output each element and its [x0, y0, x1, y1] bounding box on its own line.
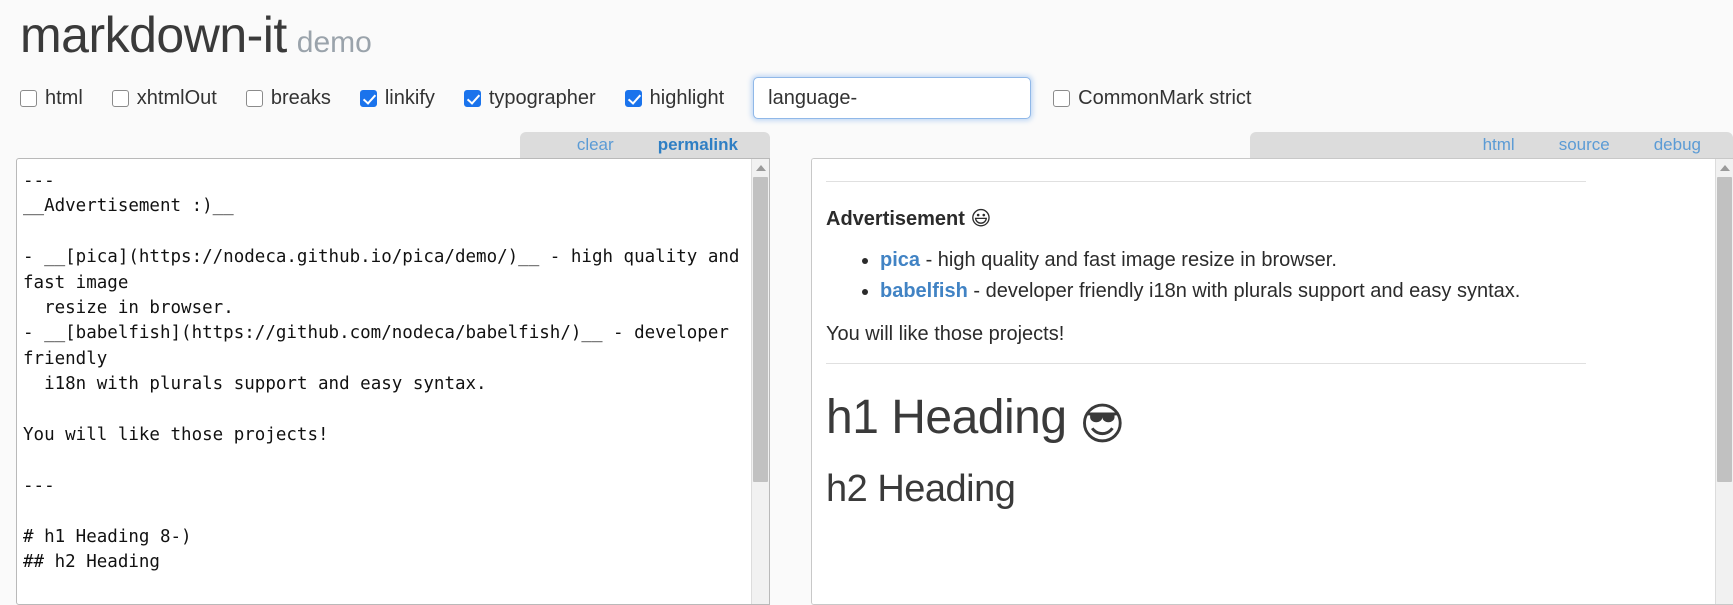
option-typographer-label: typographer	[488, 86, 596, 109]
checkbox-breaks[interactable]	[245, 89, 263, 107]
markdown-it-demo-page: markdown-it demo html xhtmlOut breaks lin…	[0, 0, 1733, 605]
option-commonmark-strict[interactable]: CommonMark strict	[1053, 86, 1252, 110]
markdown-source-textarea[interactable]: --- __Advertisement :)__ - __[pica](http…	[17, 159, 751, 604]
checkbox-typographer[interactable]	[463, 89, 481, 107]
result-tabbar: html source debug	[1250, 132, 1733, 158]
page-title-main: markdown-it	[20, 7, 287, 63]
source-panel: --- __Advertisement :)__ - __[pica](http…	[16, 158, 770, 605]
preview-advertisement-text: Advertisement	[826, 208, 965, 230]
option-breaks-label: breaks	[270, 86, 331, 109]
preview-project-list: pica - high quality and fast image resiz…	[826, 246, 1586, 306]
result-panel: Advertisement 😃 pica - high quality and …	[811, 158, 1733, 605]
option-typographer[interactable]: typographer	[463, 86, 596, 110]
option-highlight-label: highlight	[649, 86, 725, 109]
preview-h1-heading: h1 Heading 😎	[826, 390, 1586, 451]
option-linkify[interactable]: linkify	[359, 86, 435, 110]
result-tabbar-inner: html source debug	[1250, 132, 1733, 158]
source-tabbar-inner: clear permalink	[520, 132, 770, 158]
babelfish-description: - developer friendly i18n with plurals s…	[967, 280, 1521, 303]
checkbox-html[interactable]	[20, 89, 37, 107]
tab-source[interactable]: source	[1537, 132, 1632, 158]
babelfish-link[interactable]: babelfish	[880, 280, 968, 302]
page-title: markdown-it demo	[20, 8, 1713, 63]
option-xhtmlout[interactable]: xhtmlOut	[111, 86, 217, 110]
tab-debug[interactable]: debug	[1632, 132, 1723, 158]
preview-divider-top	[826, 181, 1586, 182]
preview-divider-bottom	[826, 362, 1586, 364]
option-linkify-label: linkify	[384, 86, 435, 109]
source-tabbar: clear permalink	[520, 132, 770, 158]
page-header: markdown-it demo	[0, 0, 1733, 63]
sunglasses-face-emoji-icon: 😎	[1079, 398, 1125, 450]
tab-html[interactable]: html	[1461, 132, 1537, 158]
checkbox-linkify[interactable]	[359, 89, 377, 107]
checkbox-highlight[interactable]	[624, 89, 642, 107]
result-scrollbar[interactable]	[1715, 159, 1733, 604]
list-item: babelfish - developer friendly i18n with…	[880, 277, 1586, 305]
options-toolbar: html xhtmlOut breaks linkify typographer…	[0, 63, 1733, 119]
pica-link[interactable]: pica	[880, 249, 920, 271]
tab-clear[interactable]: clear	[555, 132, 636, 158]
preview-h2-heading: h2 Heading	[826, 468, 1016, 511]
language-prefix-input[interactable]	[753, 77, 1032, 119]
scroll-up-arrow-icon[interactable]	[1716, 159, 1733, 176]
option-html[interactable]: html	[20, 87, 83, 110]
list-item: pica - high quality and fast image resiz…	[880, 246, 1586, 274]
scroll-up-arrow-icon[interactable]	[752, 159, 769, 176]
result-scrollbar-thumb[interactable]	[1717, 177, 1732, 482]
grinning-face-emoji-icon: 😃	[970, 206, 992, 230]
checkbox-xhtmlout[interactable]	[111, 89, 129, 107]
option-breaks[interactable]: breaks	[245, 86, 331, 110]
preview-advertisement-heading: Advertisement 😃	[826, 204, 1586, 234]
source-scrollbar-thumb[interactable]	[753, 177, 768, 482]
tab-permalink[interactable]: permalink	[636, 132, 760, 158]
source-scrollbar[interactable]	[751, 159, 769, 604]
rendered-html-preview: Advertisement 😃 pica - high quality and …	[812, 159, 1715, 604]
option-commonmark-strict-label: CommonMark strict	[1078, 86, 1252, 109]
option-html-label: html	[45, 86, 83, 109]
checkbox-commonmark-strict[interactable]	[1053, 89, 1071, 107]
preview-outro-text: You will like those projects!	[826, 322, 1065, 345]
option-xhtmlout-label: xhtmlOut	[136, 86, 217, 109]
option-highlight[interactable]: highlight	[624, 86, 725, 110]
pica-description: - high quality and fast image resize in …	[920, 249, 1337, 271]
preview-h1-text: h1 Heading	[826, 390, 1067, 444]
page-title-subtitle: demo	[296, 26, 372, 59]
preview-content: Advertisement 😃 pica - high quality and …	[826, 181, 1586, 512]
